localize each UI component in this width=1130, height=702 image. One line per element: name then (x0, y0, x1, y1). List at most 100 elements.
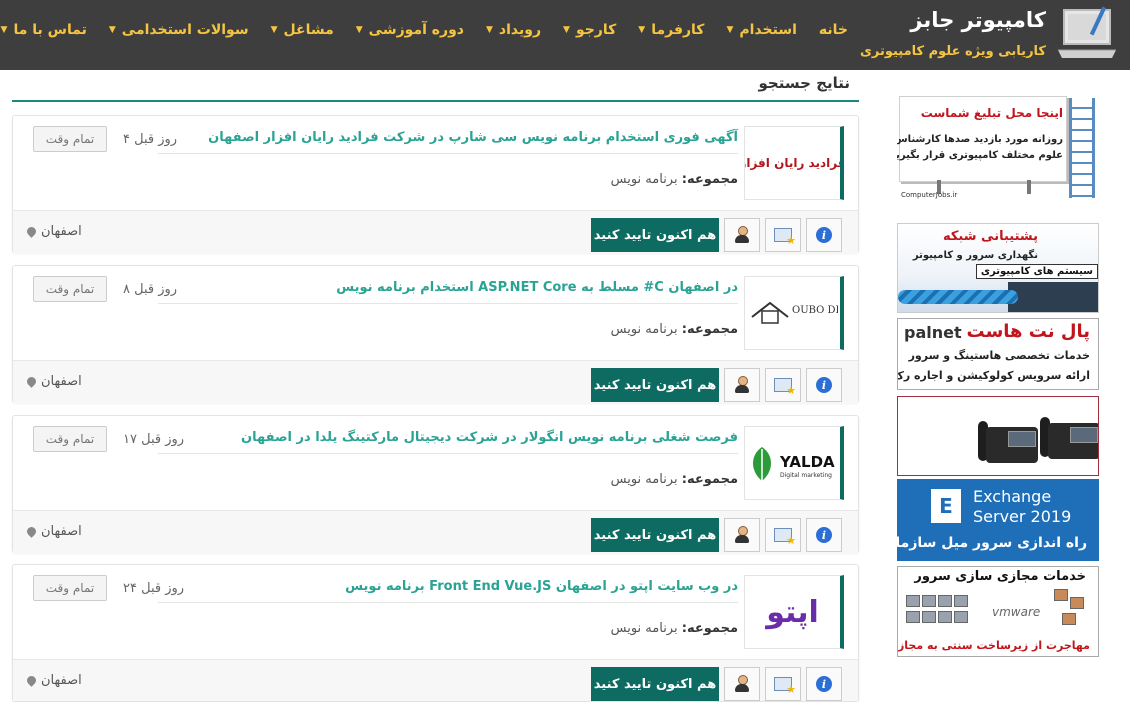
category-value: برنامه نویس (610, 172, 678, 187)
site-tagline: کاریابی ویژه علوم کامپیوتری (859, 44, 1046, 59)
chevron-down-icon: ▼ (0, 25, 8, 35)
posted-time: ۲۴ روز قبل (123, 581, 185, 596)
ad-text: روزانه مورد بازدید صدها کارشناس و مدیر (897, 134, 1063, 145)
confirm-now-button[interactable]: هم اکنون تایید کنید (591, 218, 719, 252)
job-title-link[interactable]: فرصت شغلی برنامه نویس انگولار در شرکت دی… (241, 430, 738, 445)
company-logo-text: فرادید رایان افزار (744, 156, 844, 170)
network-cable-icon (898, 290, 1018, 304)
job-card-footer: i هم اکنون تایید کنید اصفهان (13, 659, 858, 701)
ad-headline: اینجا محل تبلیغ شماست (920, 106, 1063, 120)
bookmark-button[interactable] (765, 218, 801, 252)
city-name: اصفهان (41, 524, 82, 539)
ad-banner-network-support[interactable]: پشتیبانی شبکه نگهداری سرور و کامپیوتر سی… (897, 223, 1099, 313)
job-category: مجموعه: برنامه نویس (611, 621, 738, 636)
exchange-icon: E (931, 489, 961, 523)
info-icon: i (816, 527, 832, 543)
job-title-link[interactable]: آگهی فوری استخدام برنامه نویس سی شارپ در… (208, 130, 738, 145)
company-logo[interactable]: فرادید رایان افزار (744, 126, 844, 200)
bookmark-star-icon (774, 677, 796, 696)
info-button[interactable]: i (806, 518, 842, 552)
job-card: فرادید رایان افزار آگهی فوری استخدام برن… (12, 115, 859, 253)
divider (158, 602, 738, 603)
job-actions: i هم اکنون تایید کنید (591, 518, 842, 552)
nav-item-occupations[interactable]: مشاغل ▼ (271, 22, 334, 38)
category-label: مجموعه: (681, 472, 738, 487)
nav-item-home[interactable]: خانه (819, 22, 848, 38)
nav-item-courses[interactable]: دوره آموزشی ▼ (356, 22, 464, 38)
category-value: برنامه نویس (610, 322, 678, 337)
top-header: کامپیوتر جابز کاریابی ویژه علوم کامپیوتر… (0, 0, 1130, 70)
confirm-now-button[interactable]: هم اکنون تایید کنید (591, 518, 719, 552)
employer-profile-button[interactable] (724, 667, 760, 701)
nav-label: کارجو (575, 22, 617, 38)
bookmark-button[interactable] (765, 368, 801, 402)
bookmark-button[interactable] (765, 518, 801, 552)
info-icon: i (816, 227, 832, 243)
job-category: مجموعه: برنامه نویس (611, 322, 738, 337)
server-icon (922, 611, 936, 623)
ad-text: Exchange (973, 487, 1052, 506)
nav-item-contact[interactable]: تماس با ما ▼ (1, 22, 87, 38)
company-logo-text: اپتو (766, 594, 819, 630)
nav-label: مشاغل (283, 22, 334, 38)
ad-banner-server-virtualization[interactable]: خدمات مجازی سازی سرور vmware مهاجرت از ز… (897, 566, 1099, 657)
job-title-link[interactable]: برنامه نویس Front End Vue.JS در وب سایت … (345, 579, 738, 594)
bookmark-star-icon (774, 228, 796, 247)
posted-time: ۱۷ روز قبل (123, 432, 185, 447)
confirm-now-button[interactable]: هم اکنون تایید کنید (591, 667, 719, 701)
employer-profile-button[interactable] (724, 218, 760, 252)
ad-banner-palnet-host[interactable]: palnet پال نت هاست خدمات تخصصی هاستینگ و… (897, 318, 1099, 390)
bookmark-button[interactable] (765, 667, 801, 701)
server-icon (1062, 613, 1076, 625)
company-logo[interactable]: اپتو (744, 575, 844, 649)
job-type-badge: تمام وقت (33, 575, 107, 601)
info-button[interactable]: i (806, 218, 842, 252)
employer-profile-button[interactable] (724, 518, 760, 552)
user-icon (734, 526, 750, 544)
chevron-down-icon: ▼ (355, 25, 363, 35)
ad-banner-exchange-server[interactable]: E Exchange Server 2019 راه اندازی سرور م… (897, 479, 1099, 561)
job-type-badge: تمام وقت (33, 126, 107, 152)
info-button[interactable]: i (806, 368, 842, 402)
job-category: مجموعه: برنامه نویس (611, 172, 738, 187)
category-label: مجموعه: (681, 172, 738, 187)
employer-profile-button[interactable] (724, 368, 760, 402)
info-button[interactable]: i (806, 667, 842, 701)
job-location: اصفهان (25, 224, 82, 239)
ad-text: ارائه سرویس کولوکیشن و اجاره رک (897, 369, 1090, 382)
company-logo[interactable]: OUBO DESIGN (744, 276, 844, 350)
map-pin-icon (25, 674, 38, 687)
nav-item-employment[interactable]: استخدام ▼ (726, 22, 796, 38)
chevron-down-icon: ▼ (486, 25, 493, 35)
nav-item-interview-questions[interactable]: سوالات استخدامی ▼ (109, 22, 249, 38)
category-label: مجموعه: (681, 621, 738, 636)
bookmark-star-icon (774, 378, 796, 397)
city-name: اصفهان (41, 374, 82, 389)
job-card-footer: i هم اکنون تایید کنید اصفهان (13, 510, 858, 553)
chevron-down-icon: ▼ (563, 25, 570, 35)
category-label: مجموعه: (681, 322, 738, 337)
ad-headline: پشتیبانی شبکه (942, 229, 1038, 244)
site-logo[interactable]: کامپیوتر جابز کاریابی ویژه علوم کامپیوتر… (860, 4, 1122, 66)
category-value: برنامه نویس (610, 621, 678, 636)
laptop-logo-icon (1058, 6, 1116, 58)
confirm-now-button[interactable]: هم اکنون تایید کنید (591, 368, 719, 402)
job-title-link[interactable]: استخدام برنامه نویس ASP.NET Core مسلط به… (336, 280, 738, 295)
nav-item-jobseeker[interactable]: کارجو ▼ (563, 22, 616, 38)
chevron-down-icon: ▼ (638, 25, 646, 35)
company-logo[interactable]: YALDA Digital marketing (744, 426, 844, 500)
bookmark-star-icon (774, 528, 796, 547)
nav-item-employer[interactable]: کارفرما ▼ (638, 22, 704, 38)
server-icon (906, 595, 920, 607)
ad-banner-voip-phones[interactable] (897, 396, 1099, 476)
ad-headline: پال نت هاست (966, 321, 1090, 342)
job-card: OUBO DESIGN استخدام برنامه نویس ASP.NET … (12, 265, 859, 403)
job-card: اپتو برنامه نویس Front End Vue.JS در وب … (12, 564, 859, 702)
nav-item-events[interactable]: رویداد ▼ (486, 22, 541, 38)
ad-banner-advertise-here[interactable]: اینجا محل تبلیغ شماست روزانه مورد بازدید… (897, 94, 1099, 200)
main-nav: خانه استخدام ▼ کارفرما ▼ کارجو ▼ رویداد ▼ دو… (1, 0, 848, 60)
job-actions: i هم اکنون تایید کنید (591, 667, 842, 701)
job-category: مجموعه: برنامه نویس (611, 472, 738, 487)
nav-label: سوالات استخدامی (121, 22, 249, 38)
user-icon (734, 376, 750, 394)
